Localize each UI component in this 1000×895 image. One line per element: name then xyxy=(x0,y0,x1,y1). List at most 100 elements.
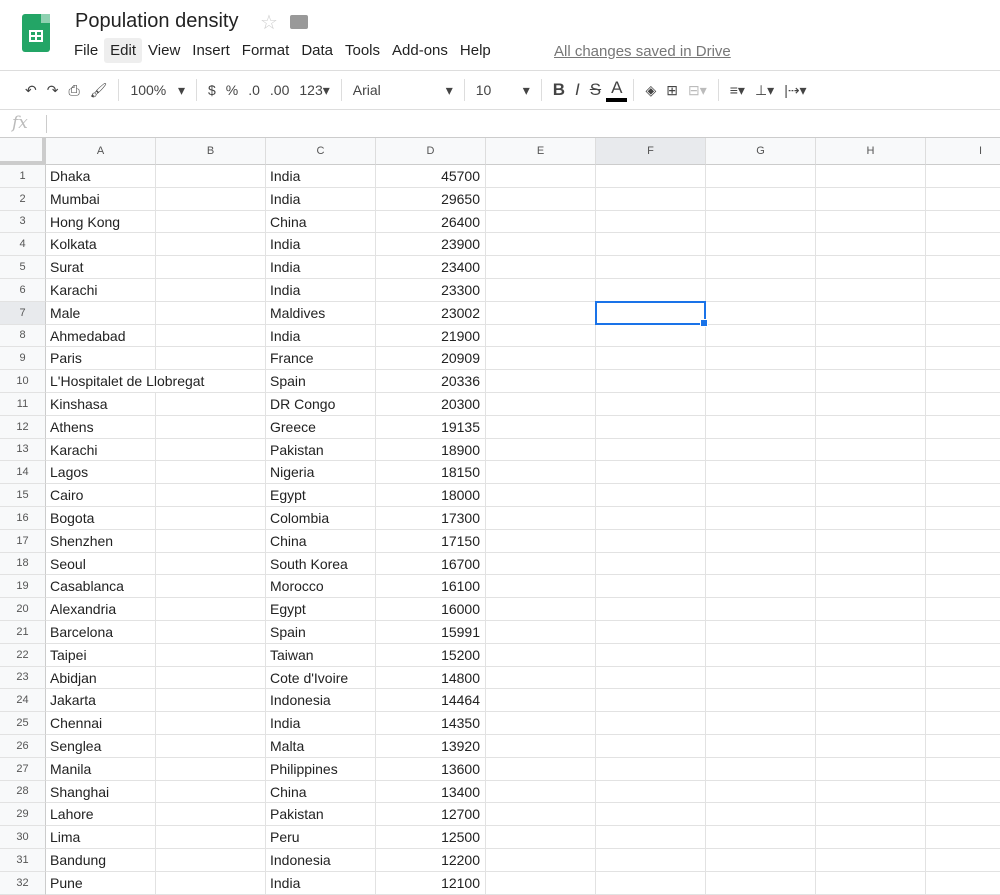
cell-D22[interactable]: 15200 xyxy=(376,643,486,667)
cell-E30[interactable] xyxy=(486,826,596,849)
cell-B4[interactable] xyxy=(156,233,266,257)
row-header[interactable]: 21 xyxy=(0,621,46,644)
cell-A3[interactable]: Hong Kong xyxy=(46,210,156,234)
cell-H26[interactable] xyxy=(816,735,926,758)
cell-D28[interactable]: 13400 xyxy=(376,780,486,804)
cell-H17[interactable] xyxy=(816,529,926,553)
cell-F22[interactable] xyxy=(596,643,706,667)
cell-C21[interactable]: Spain xyxy=(266,621,376,644)
cell-B18[interactable] xyxy=(156,552,266,576)
cell-E18[interactable] xyxy=(486,552,596,576)
fill-color-icon[interactable]: ◈ xyxy=(640,76,661,104)
cell-E31[interactable] xyxy=(486,849,596,872)
cell-C26[interactable]: Malta xyxy=(266,735,376,758)
cell-C19[interactable]: Morocco xyxy=(266,575,376,599)
cell-E29[interactable] xyxy=(486,803,596,827)
cell-I12[interactable] xyxy=(926,416,1000,439)
cell-F32[interactable] xyxy=(596,871,706,895)
cell-H7[interactable] xyxy=(816,301,926,325)
cell-G31[interactable] xyxy=(706,849,816,872)
cell-C1[interactable]: India xyxy=(266,165,376,188)
cell-I16[interactable] xyxy=(926,507,1000,530)
cell-A4[interactable]: Kolkata xyxy=(46,233,156,257)
decrease-decimal-button[interactable]: .0 xyxy=(243,76,265,104)
cell-D10[interactable]: 20336 xyxy=(376,370,486,393)
cell-C31[interactable]: Indonesia xyxy=(266,849,376,872)
cell-F2[interactable] xyxy=(596,187,706,211)
cell-E26[interactable] xyxy=(486,735,596,758)
cell-F1[interactable] xyxy=(596,165,706,188)
row-header[interactable]: 24 xyxy=(0,689,46,713)
cell-D30[interactable]: 12500 xyxy=(376,826,486,849)
menu-view[interactable]: View xyxy=(142,38,186,63)
cell-G6[interactable] xyxy=(706,279,816,302)
cell-G18[interactable] xyxy=(706,552,816,576)
cell-I29[interactable] xyxy=(926,803,1000,827)
cell-H27[interactable] xyxy=(816,757,926,781)
cell-E11[interactable] xyxy=(486,393,596,416)
select-all-corner[interactable] xyxy=(0,138,46,165)
cell-B8[interactable] xyxy=(156,324,266,348)
cell-B26[interactable] xyxy=(156,735,266,758)
cell-B32[interactable] xyxy=(156,871,266,895)
cell-G13[interactable] xyxy=(706,438,816,462)
cell-I7[interactable] xyxy=(926,302,1000,325)
cell-C14[interactable]: Nigeria xyxy=(266,461,376,485)
cell-E10[interactable] xyxy=(486,370,596,393)
cell-H24[interactable] xyxy=(816,689,926,713)
row-header[interactable]: 22 xyxy=(0,643,46,667)
cell-I6[interactable] xyxy=(926,279,1000,302)
cell-A29[interactable]: Lahore xyxy=(46,803,156,827)
cell-F17[interactable] xyxy=(596,529,706,553)
cell-G30[interactable] xyxy=(706,826,816,849)
row-header[interactable]: 26 xyxy=(0,735,46,758)
cell-D27[interactable]: 13600 xyxy=(376,757,486,781)
cell-B30[interactable] xyxy=(156,826,266,849)
row-header[interactable]: 16 xyxy=(0,507,46,530)
cell-I22[interactable] xyxy=(926,644,1000,667)
cell-C29[interactable]: Pakistan xyxy=(266,803,376,827)
borders-icon[interactable]: ⊞ xyxy=(661,76,683,104)
cell-I8[interactable] xyxy=(926,325,1000,348)
menu-insert[interactable]: Insert xyxy=(186,38,236,63)
cell-F10[interactable] xyxy=(596,370,706,393)
cell-E32[interactable] xyxy=(486,871,596,895)
cell-E27[interactable] xyxy=(486,757,596,781)
cell-G11[interactable] xyxy=(706,393,816,416)
row-header[interactable]: 28 xyxy=(0,780,46,804)
cell-E8[interactable] xyxy=(486,324,596,348)
cell-H6[interactable] xyxy=(816,279,926,302)
paint-format-icon[interactable]: 🖌︎ xyxy=(85,76,113,104)
cell-C18[interactable]: South Korea xyxy=(266,552,376,576)
row-header[interactable]: 13 xyxy=(0,438,46,462)
cell-A15[interactable]: Cairo xyxy=(46,484,156,507)
cell-G12[interactable] xyxy=(706,415,816,439)
cell-G9[interactable] xyxy=(706,347,816,371)
cell-C6[interactable]: India xyxy=(266,279,376,302)
redo-icon[interactable]: ↷ xyxy=(42,76,64,104)
column-header-C[interactable]: C xyxy=(266,138,376,165)
cell-G32[interactable] xyxy=(706,871,816,895)
cell-C28[interactable]: China xyxy=(266,780,376,804)
cell-A9[interactable]: Paris xyxy=(46,347,156,371)
italic-button[interactable]: I xyxy=(570,76,585,104)
cell-E7[interactable] xyxy=(486,301,596,325)
cell-I23[interactable] xyxy=(926,667,1000,690)
cell-D19[interactable]: 16100 xyxy=(376,575,486,599)
cell-F9[interactable] xyxy=(596,347,706,371)
cell-A5[interactable]: Surat xyxy=(46,256,156,279)
cell-D12[interactable]: 19135 xyxy=(376,415,486,439)
cell-A7[interactable]: Male xyxy=(46,301,156,325)
cell-F28[interactable] xyxy=(596,780,706,804)
cell-I26[interactable] xyxy=(926,735,1000,758)
cell-I3[interactable] xyxy=(926,211,1000,234)
cell-H23[interactable] xyxy=(816,666,926,690)
cell-D9[interactable]: 20909 xyxy=(376,347,486,371)
cell-C23[interactable]: Cote d'Ivoire xyxy=(266,666,376,690)
merge-cells-icon[interactable]: ⊟▾ xyxy=(683,76,712,104)
cell-D32[interactable]: 12100 xyxy=(376,871,486,895)
cell-D20[interactable]: 16000 xyxy=(376,598,486,621)
cell-D23[interactable]: 14800 xyxy=(376,666,486,690)
cell-A24[interactable]: Jakarta xyxy=(46,689,156,713)
cell-F19[interactable] xyxy=(596,575,706,599)
